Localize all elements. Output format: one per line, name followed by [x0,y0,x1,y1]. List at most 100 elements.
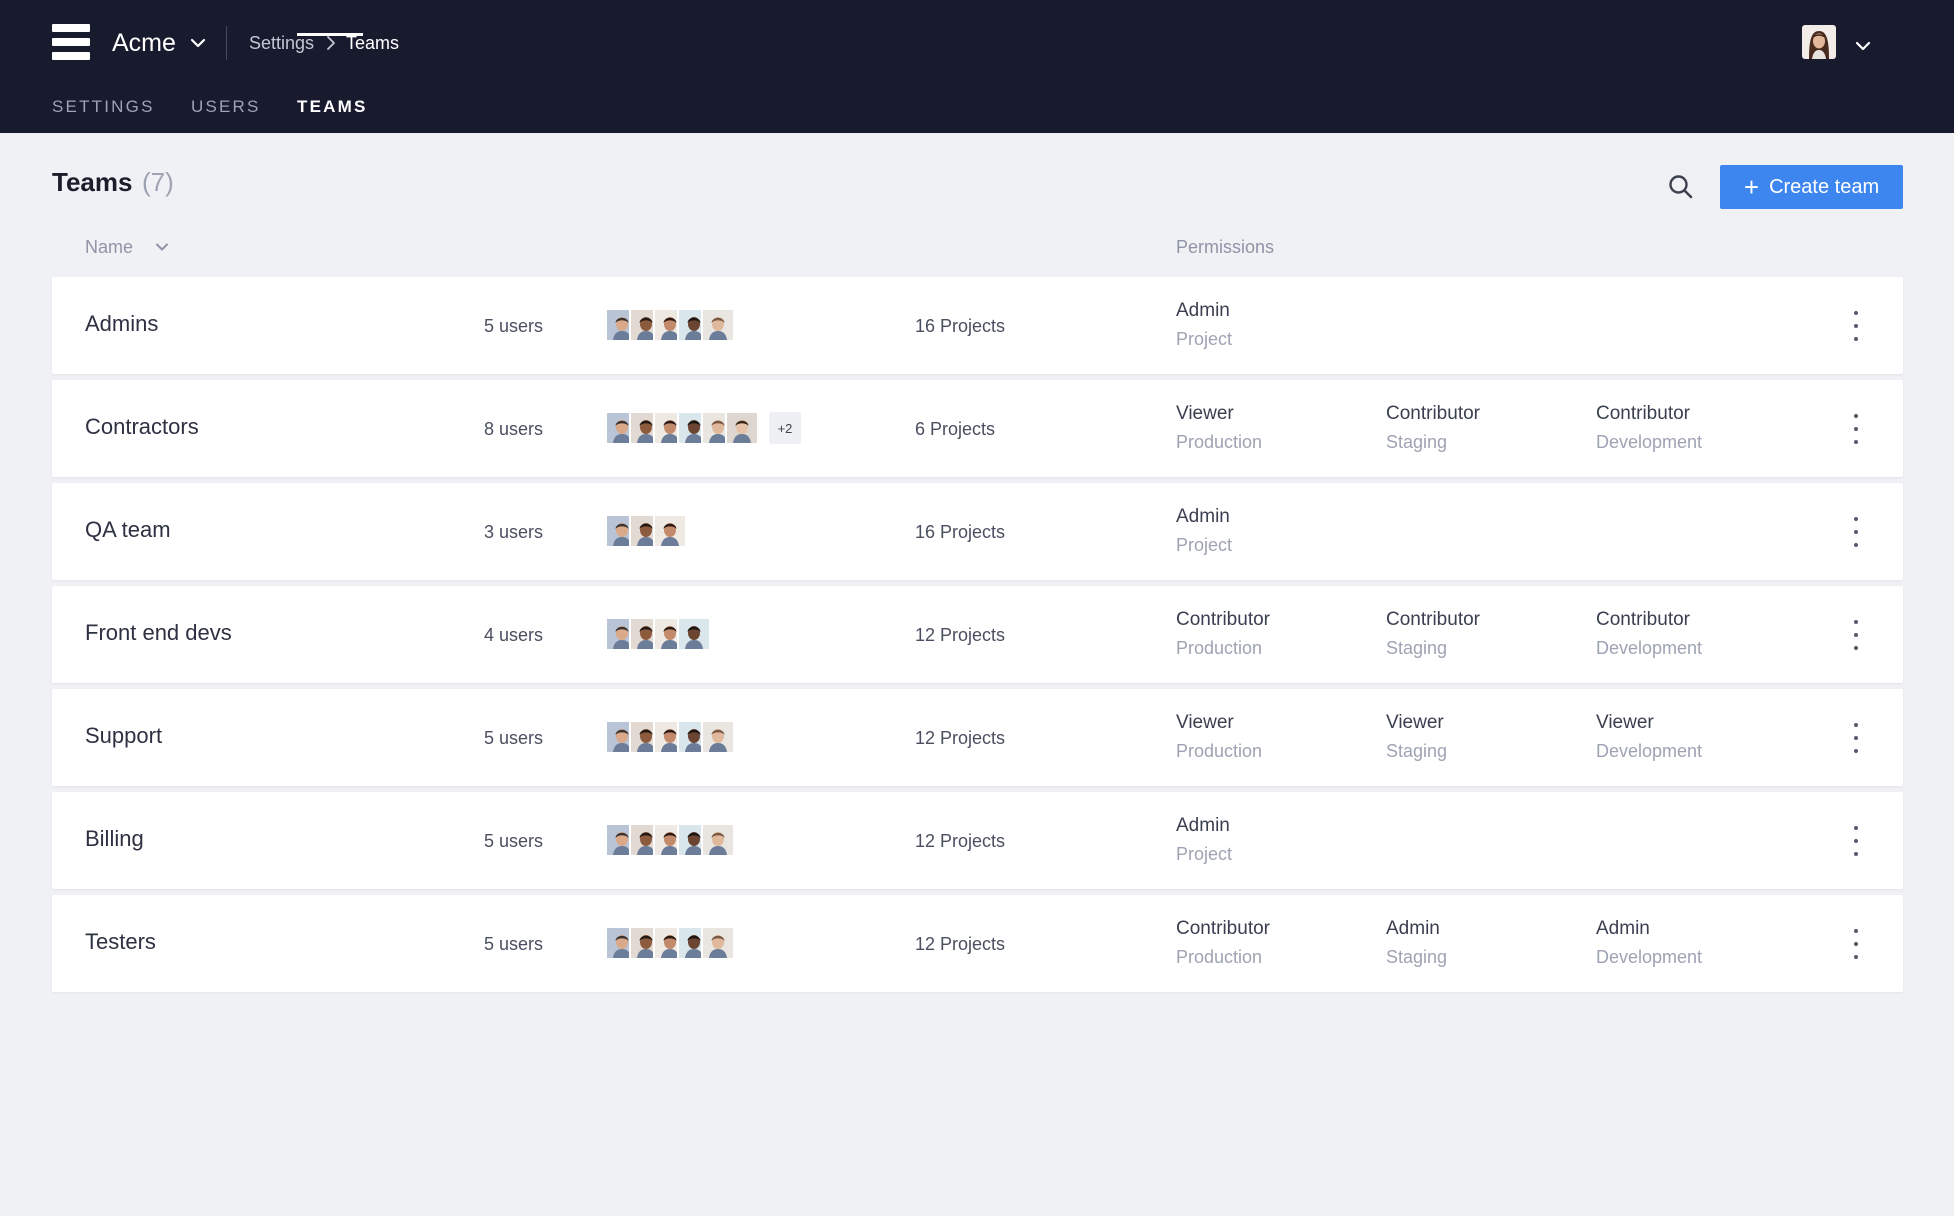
app-logo-icon[interactable] [52,24,90,60]
permission-entry: Contributor Development [1596,400,1702,456]
team-name[interactable]: Front end devs [85,619,232,647]
member-avatar [701,308,735,342]
more-options-icon[interactable] [1851,414,1861,444]
team-member-avatars[interactable] [605,926,735,960]
permission-role: Contributor [1596,609,1690,630]
team-count: (7) [142,167,174,197]
permission-role: Contributor [1386,403,1480,424]
team-project-count: 12 Projects [915,625,1006,645]
team-row[interactable]: Admins 5 users 16 Projects Admin Project [52,277,1903,374]
chevron-down-icon[interactable] [153,238,171,256]
column-header-name[interactable]: Name [85,235,133,259]
permission-role: Viewer [1596,712,1654,733]
member-avatar [653,514,687,548]
column-header-permissions: Permissions [1176,237,1275,257]
team-member-avatars[interactable] [605,823,735,857]
permission-entry: Contributor Staging [1386,400,1480,456]
chevron-down-icon[interactable] [188,33,208,53]
permission-role: Admin [1176,300,1230,321]
permission-scope: Development [1596,638,1703,658]
header-divider [226,26,227,60]
permission-role: Admin [1596,918,1650,939]
team-name[interactable]: Admins [85,310,158,338]
team-row[interactable]: Billing 5 users 12 Projects Admin Project [52,792,1903,889]
team-name[interactable]: QA team [85,516,171,544]
team-project-count: 16 Projects [915,522,1006,542]
team-user-count: 5 users [484,831,544,851]
create-team-label: Create team [1769,175,1880,198]
tab-settings[interactable]: SETTINGS [52,96,155,118]
permission-entry: Contributor Development [1596,606,1702,662]
permission-role: Contributor [1386,609,1480,630]
create-team-button[interactable]: + Create team [1720,165,1903,209]
user-avatar[interactable] [1802,25,1836,59]
more-options-icon[interactable] [1851,620,1861,650]
permission-scope: Production [1176,432,1263,452]
permission-scope: Production [1176,741,1263,761]
member-avatar [677,617,711,651]
team-project-count: 12 Projects [915,934,1006,954]
permission-role: Viewer [1176,712,1234,733]
team-row[interactable]: Contractors 8 users +2 6 Projects Viewer Prod… [52,380,1903,477]
tab-teams[interactable]: TEAMS [297,96,368,118]
chevron-right-icon [327,36,335,50]
permission-scope: Production [1176,947,1263,967]
permission-role: Admin [1176,506,1230,527]
team-row[interactable]: Testers 5 users 12 Projects Contributor Prod… [52,895,1903,992]
member-avatar [725,411,759,445]
team-member-avatars[interactable] [605,308,735,342]
permission-scope: Development [1596,947,1703,967]
permission-scope: Staging [1386,741,1448,761]
more-options-icon[interactable] [1851,723,1861,753]
permission-entry: Viewer Production [1176,400,1262,456]
team-name[interactable]: Testers [85,928,156,956]
team-row[interactable]: Front end devs 4 users 12 Projects Contribu… [52,586,1903,683]
permission-entry: Viewer Development [1596,709,1702,765]
permission-entry: Admin Staging [1386,915,1447,971]
member-avatar [701,926,735,960]
permission-entry: Contributor Staging [1386,606,1480,662]
more-options-icon[interactable] [1851,517,1861,547]
org-name[interactable]: Acme [112,26,176,60]
team-name[interactable]: Support [85,722,162,750]
team-name[interactable]: Contractors [85,413,199,441]
team-user-count: 5 users [484,728,544,748]
team-row[interactable]: Support 5 users 12 Projects Viewer Productio… [52,689,1903,786]
tab-users[interactable]: USERS [191,96,261,118]
permission-scope: Staging [1386,638,1448,658]
plus-icon: + [1743,172,1760,202]
team-user-count: 4 users [484,625,544,645]
team-user-count: 3 users [484,522,544,542]
team-row[interactable]: QA team 3 users 16 Projects Admin Project [52,483,1903,580]
permission-scope: Project [1176,535,1233,555]
permission-scope: Staging [1386,432,1448,452]
permission-scope: Development [1596,432,1703,452]
team-member-avatars[interactable] [605,617,711,651]
top-header: Acme Settings Teams SETTINGS USERS TEAMS [0,0,1954,133]
permission-entry: Contributor Production [1176,606,1270,662]
permission-role: Admin [1176,815,1230,836]
permission-scope: Staging [1386,947,1448,967]
team-user-count: 5 users [484,934,544,954]
permission-entry: Admin Project [1176,812,1232,868]
more-options-icon[interactable] [1851,311,1861,341]
permission-scope: Production [1176,638,1263,658]
team-name[interactable]: Billing [85,825,144,853]
team-member-avatars[interactable]: +2 [605,411,801,445]
permission-role: Contributor [1176,609,1270,630]
page-title: Teams [52,167,133,197]
permission-role: Contributor [1596,403,1690,424]
team-member-avatars[interactable] [605,514,687,548]
more-members-chip[interactable]: +2 [769,412,801,444]
permission-role: Contributor [1176,918,1270,939]
more-options-icon[interactable] [1851,826,1861,856]
more-options-icon[interactable] [1851,929,1861,959]
team-user-count: 8 users [484,419,544,439]
chevron-down-icon[interactable] [1853,36,1873,56]
team-member-avatars[interactable] [605,720,735,754]
team-project-count: 12 Projects [915,831,1006,851]
permission-role: Viewer [1176,403,1234,424]
search-icon[interactable] [1666,172,1696,202]
team-project-count: 6 Projects [915,419,996,439]
permission-scope: Project [1176,329,1233,349]
